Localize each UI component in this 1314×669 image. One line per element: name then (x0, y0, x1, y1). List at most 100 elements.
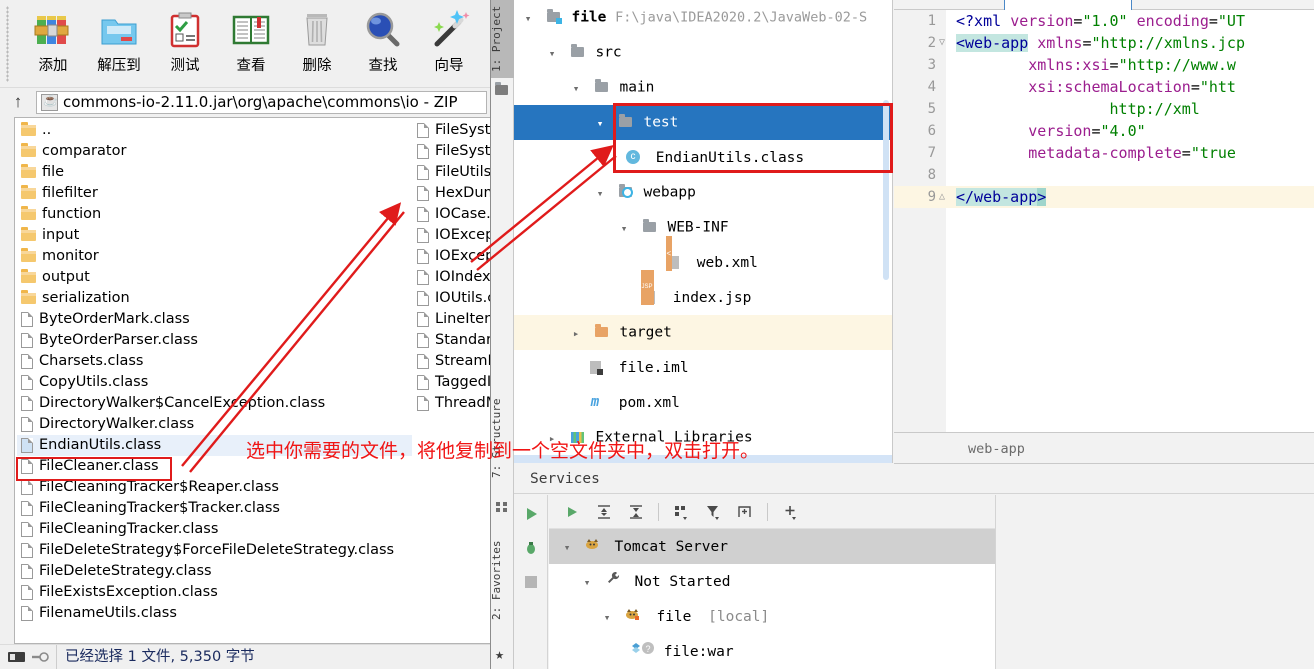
tool-window-button-project[interactable]: 1: Project (490, 0, 514, 78)
go-up-button[interactable]: ↑ (0, 92, 36, 112)
list-item[interactable]: DirectoryWalker$CancelException.class (17, 393, 412, 414)
editor-gutter[interactable]: 1 2 3 4 5 6 7 8 9 ▽ △ (894, 10, 946, 432)
services-row-tomcat-server[interactable]: ▾ Tomcat Server (549, 529, 995, 564)
archive-file-list[interactable]: .. comparator file filefilter function i… (14, 117, 491, 644)
list-item[interactable]: ByteOrderMark.class (17, 309, 412, 330)
list-item[interactable]: filefilter (17, 183, 412, 204)
list-item[interactable]: HexDum (413, 183, 491, 204)
list-item[interactable]: IOExcept (413, 246, 491, 267)
list-item[interactable]: FileUtils. (413, 162, 491, 183)
chevron-down-icon[interactable]: ▾ (592, 106, 608, 141)
toolbar-grip[interactable] (6, 6, 9, 82)
tree-row-webapp[interactable]: ▾ webapp (514, 175, 892, 210)
list-item[interactable]: serialization (17, 288, 412, 309)
chevron-right-icon[interactable]: ▸ (544, 456, 560, 464)
toolbar-button-delete[interactable]: 删除 (284, 4, 350, 75)
toolbar-button-view[interactable]: 查看 (218, 4, 284, 75)
list-item[interactable]: FilenameUtils.class (17, 603, 412, 624)
list-item[interactable]: monitor (17, 246, 412, 267)
list-item[interactable]: CopyUtils.class (17, 372, 412, 393)
chevron-right-icon[interactable]: ▸ (568, 316, 584, 351)
list-item[interactable]: .. (17, 120, 412, 141)
tool-window-button-structure[interactable]: 7: Structure (490, 390, 514, 486)
list-item[interactable]: FileSyste (413, 141, 491, 162)
toolbar-button-find[interactable]: 查找 (350, 4, 416, 75)
list-item[interactable]: ThreadM (413, 393, 491, 414)
breadcrumb[interactable]: web-app (894, 441, 1025, 457)
list-item[interactable]: FileSyste (413, 120, 491, 141)
chevron-down-icon[interactable]: ▾ (579, 565, 595, 600)
list-item[interactable]: FileExistsException.class (17, 582, 412, 603)
list-item[interactable]: Standard (413, 330, 491, 351)
services-row-not-started[interactable]: ▾ Not Started (549, 564, 995, 599)
tree-row-src[interactable]: ▾ src (514, 35, 892, 70)
list-item[interactable]: IOCase.c (413, 204, 491, 225)
debug-icon[interactable] (518, 535, 544, 561)
tool-window-button-favorites[interactable]: 2: Favorites (490, 530, 514, 630)
list-item[interactable]: function (17, 204, 412, 225)
toolbar-button-extract-to[interactable]: 解压到 (86, 4, 152, 75)
tree-row-web-xml[interactable]: web.xml (514, 245, 892, 280)
tree-row-file-iml[interactable]: file.iml (514, 350, 892, 385)
list-item[interactable]: LineItera (413, 309, 491, 330)
path-combobox[interactable]: commons-io-2.11.0.jar\org\apache\commons… (36, 91, 487, 114)
list-item[interactable]: StreamIt (413, 351, 491, 372)
code-editor[interactable]: 1 2 3 4 5 6 7 8 9 ▽ △ <?xml version="1.0… (894, 0, 1314, 432)
tree-row-scratches[interactable]: ▸ (514, 455, 892, 463)
add-icon[interactable] (777, 499, 803, 525)
chevron-down-icon[interactable]: ▾ (544, 36, 560, 71)
services-row-file-war[interactable]: ? file:war (549, 634, 995, 669)
tree-row-test[interactable]: ▾ test (514, 105, 892, 140)
list-item[interactable]: FileDeleteStrategy$ForceFileDeleteStrate… (17, 540, 412, 561)
winrar-window[interactable]: 添加 解压到 (0, 0, 491, 669)
toolbar-button-wizard[interactable]: 向导 (416, 4, 482, 75)
editor-code-area[interactable]: <?xml version="1.0" encoding="UT <web-ap… (946, 10, 1314, 432)
expand-all-icon[interactable] (591, 499, 617, 525)
chevron-down-icon[interactable]: ▾ (616, 211, 632, 246)
list-item[interactable]: IOUtils.cl (413, 288, 491, 309)
tree-row-external-libraries[interactable]: ▸ External Libraries (514, 420, 892, 455)
chevron-down-icon[interactable]: ▾ (599, 600, 615, 635)
collapse-all-icon[interactable] (623, 499, 649, 525)
list-item[interactable]: FileCleaningTracker$Reaper.class (17, 477, 412, 498)
chevron-down-icon[interactable]: ▾ (592, 176, 608, 211)
project-tool-window[interactable]: ▾ file F:\java\IDEA2020.2\JavaWeb-02-S ▾… (514, 0, 893, 463)
list-item[interactable]: FileCleaningTracker.class (17, 519, 412, 540)
tree-row-index-jsp[interactable]: index.jsp (514, 280, 892, 315)
list-item[interactable]: IOIndexe (413, 267, 491, 288)
list-item-selected[interactable]: EndianUtils.class (17, 435, 412, 456)
tree-row-endianutils-class[interactable]: c EndianUtils.class (514, 140, 892, 175)
tree-row-pom-xml[interactable]: m pom.xml (514, 385, 892, 420)
run-icon[interactable] (559, 499, 585, 525)
services-tree-panel[interactable]: ▾ Tomcat Server ▾ Not Started ▾ file (549, 495, 996, 669)
list-item[interactable]: FileDeleteStrategy.class (17, 561, 412, 582)
tree-row-target[interactable]: ▸ target (514, 315, 892, 350)
list-item[interactable]: Charsets.class (17, 351, 412, 372)
list-item[interactable]: comparator (17, 141, 412, 162)
add-tab-icon[interactable] (732, 499, 758, 525)
chevron-down-icon[interactable]: ▾ (568, 71, 584, 106)
list-item[interactable]: DirectoryWalker.class (17, 414, 412, 435)
list-item[interactable]: input (17, 225, 412, 246)
tree-row-file-module[interactable]: ▾ file F:\java\IDEA2020.2\JavaWeb-02-S (514, 0, 892, 35)
list-item[interactable]: FileCleaner.class (17, 456, 412, 477)
stop-icon[interactable] (518, 569, 544, 595)
run-icon[interactable] (518, 501, 544, 527)
list-item[interactable]: TaggedI (413, 372, 491, 393)
list-item[interactable]: IOExcept (413, 225, 491, 246)
editor-tab-web-xml[interactable] (1004, 0, 1132, 10)
group-by-icon[interactable] (668, 499, 694, 525)
toolbar-button-test[interactable]: 测试 (152, 4, 218, 75)
chevron-right-icon[interactable]: ▸ (544, 421, 560, 456)
tree-row-main[interactable]: ▾ main (514, 70, 892, 105)
list-item[interactable]: FileCleaningTracker$Tracker.class (17, 498, 412, 519)
filter-icon[interactable] (700, 499, 726, 525)
chevron-down-icon[interactable]: ▾ (520, 1, 536, 36)
list-item[interactable]: output (17, 267, 412, 288)
project-tree-scrollbar[interactable] (883, 100, 889, 280)
chevron-down-icon[interactable]: ▾ (559, 530, 575, 565)
toolbar-button-add[interactable]: 添加 (20, 4, 86, 75)
services-row-file-local[interactable]: ▾ file [local] (549, 599, 995, 634)
list-item[interactable]: file (17, 162, 412, 183)
list-item[interactable]: ByteOrderParser.class (17, 330, 412, 351)
